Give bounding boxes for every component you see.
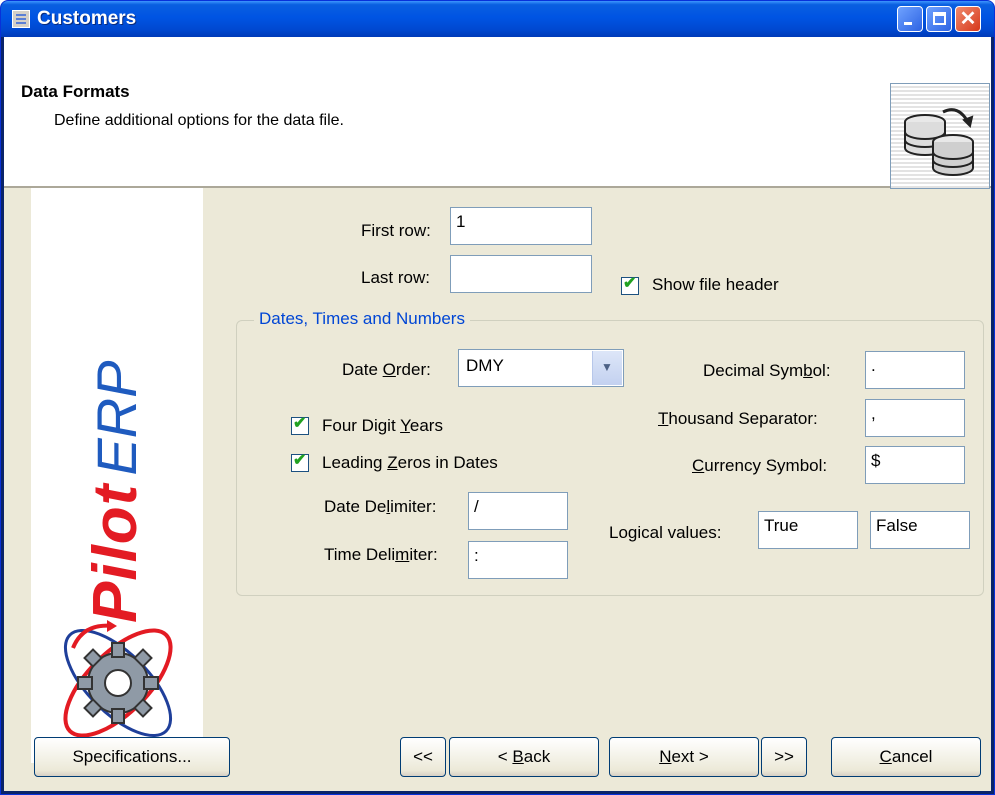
currency-symbol-label: Currency Symbol:	[692, 456, 828, 475]
last-page-button[interactable]: >>	[761, 737, 807, 777]
date-delimiter-label: Date Delimiter:	[324, 497, 437, 516]
brand-erp-text: ERP	[85, 360, 148, 476]
brand-logo: Pilot ERP	[80, 243, 160, 623]
checkmark-icon: ✔	[293, 452, 307, 469]
window-icon[interactable]	[12, 10, 30, 28]
window-title: Customers	[37, 8, 137, 29]
first-row-label: First row:	[361, 221, 431, 240]
date-order-label: Date Order:	[342, 360, 431, 379]
date-delimiter-input[interactable]: /	[468, 492, 568, 530]
dates-group-title: Dates, Times and Numbers	[254, 309, 470, 329]
close-button[interactable]: ✕	[955, 6, 981, 32]
page-subtitle: Define additional options for the data f…	[54, 112, 344, 129]
date-order-select[interactable]: DMY ▼	[458, 349, 624, 387]
gear-logo-icon	[63, 620, 173, 738]
specifications-button[interactable]: Specifications...	[34, 737, 230, 777]
decimal-symbol-label: Decimal Symbol:	[703, 361, 831, 380]
time-delimiter-label: Time Delimiter:	[324, 545, 438, 564]
logical-false-input[interactable]: False	[870, 511, 970, 549]
first-page-button[interactable]: <<	[400, 737, 446, 777]
checkmark-icon: ✔	[623, 275, 637, 292]
last-row-label: Last row:	[361, 268, 430, 287]
leading-zeros-checkbox[interactable]: ✔	[291, 452, 309, 472]
dialog-client: Data Formats Define additional options f…	[4, 37, 991, 791]
page-title: Data Formats	[21, 82, 130, 101]
close-icon: ✕	[959, 8, 977, 30]
brand-sidebar: Pilot ERP	[31, 188, 203, 763]
checkmark-icon: ✔	[293, 415, 307, 432]
logical-true-input[interactable]: True	[758, 511, 858, 549]
thousand-separator-label: Thousand Separator:	[658, 409, 818, 428]
minimize-button[interactable]	[897, 6, 923, 32]
currency-symbol-input[interactable]: $	[865, 446, 965, 484]
title-bar[interactable]: Customers ✕	[1, 1, 994, 37]
minimize-icon	[904, 22, 912, 25]
four-digit-years-checkbox[interactable]: ✔	[291, 415, 309, 435]
maximize-icon	[933, 12, 946, 25]
wizard-header: Data Formats Define additional options f…	[4, 37, 991, 189]
decimal-symbol-input[interactable]: .	[865, 351, 965, 389]
back-button[interactable]: < Back	[449, 737, 599, 777]
next-button[interactable]: Next >	[609, 737, 759, 777]
show-file-header-label: Show file header	[652, 275, 779, 294]
thousand-separator-input[interactable]: ,	[865, 399, 965, 437]
leading-zeros-label: Leading Zeros in Dates	[322, 453, 498, 472]
chevron-down-icon[interactable]: ▼	[592, 351, 622, 385]
first-row-input[interactable]: 1	[450, 207, 592, 245]
date-order-value: DMY	[466, 356, 504, 375]
maximize-button[interactable]	[926, 6, 952, 32]
last-row-input[interactable]	[450, 255, 592, 293]
time-delimiter-input[interactable]: :	[468, 541, 568, 579]
database-transfer-icon	[890, 83, 990, 189]
wizard-window: Customers ✕ Data Formats Define addition…	[0, 0, 995, 795]
logical-values-label: Logical values:	[609, 523, 722, 542]
four-digit-years-label: Four Digit Years	[322, 416, 443, 435]
cancel-button[interactable]: Cancel	[831, 737, 981, 777]
show-file-header-checkbox[interactable]: ✔	[621, 275, 639, 295]
brand-pilot-text: Pilot	[81, 483, 150, 623]
